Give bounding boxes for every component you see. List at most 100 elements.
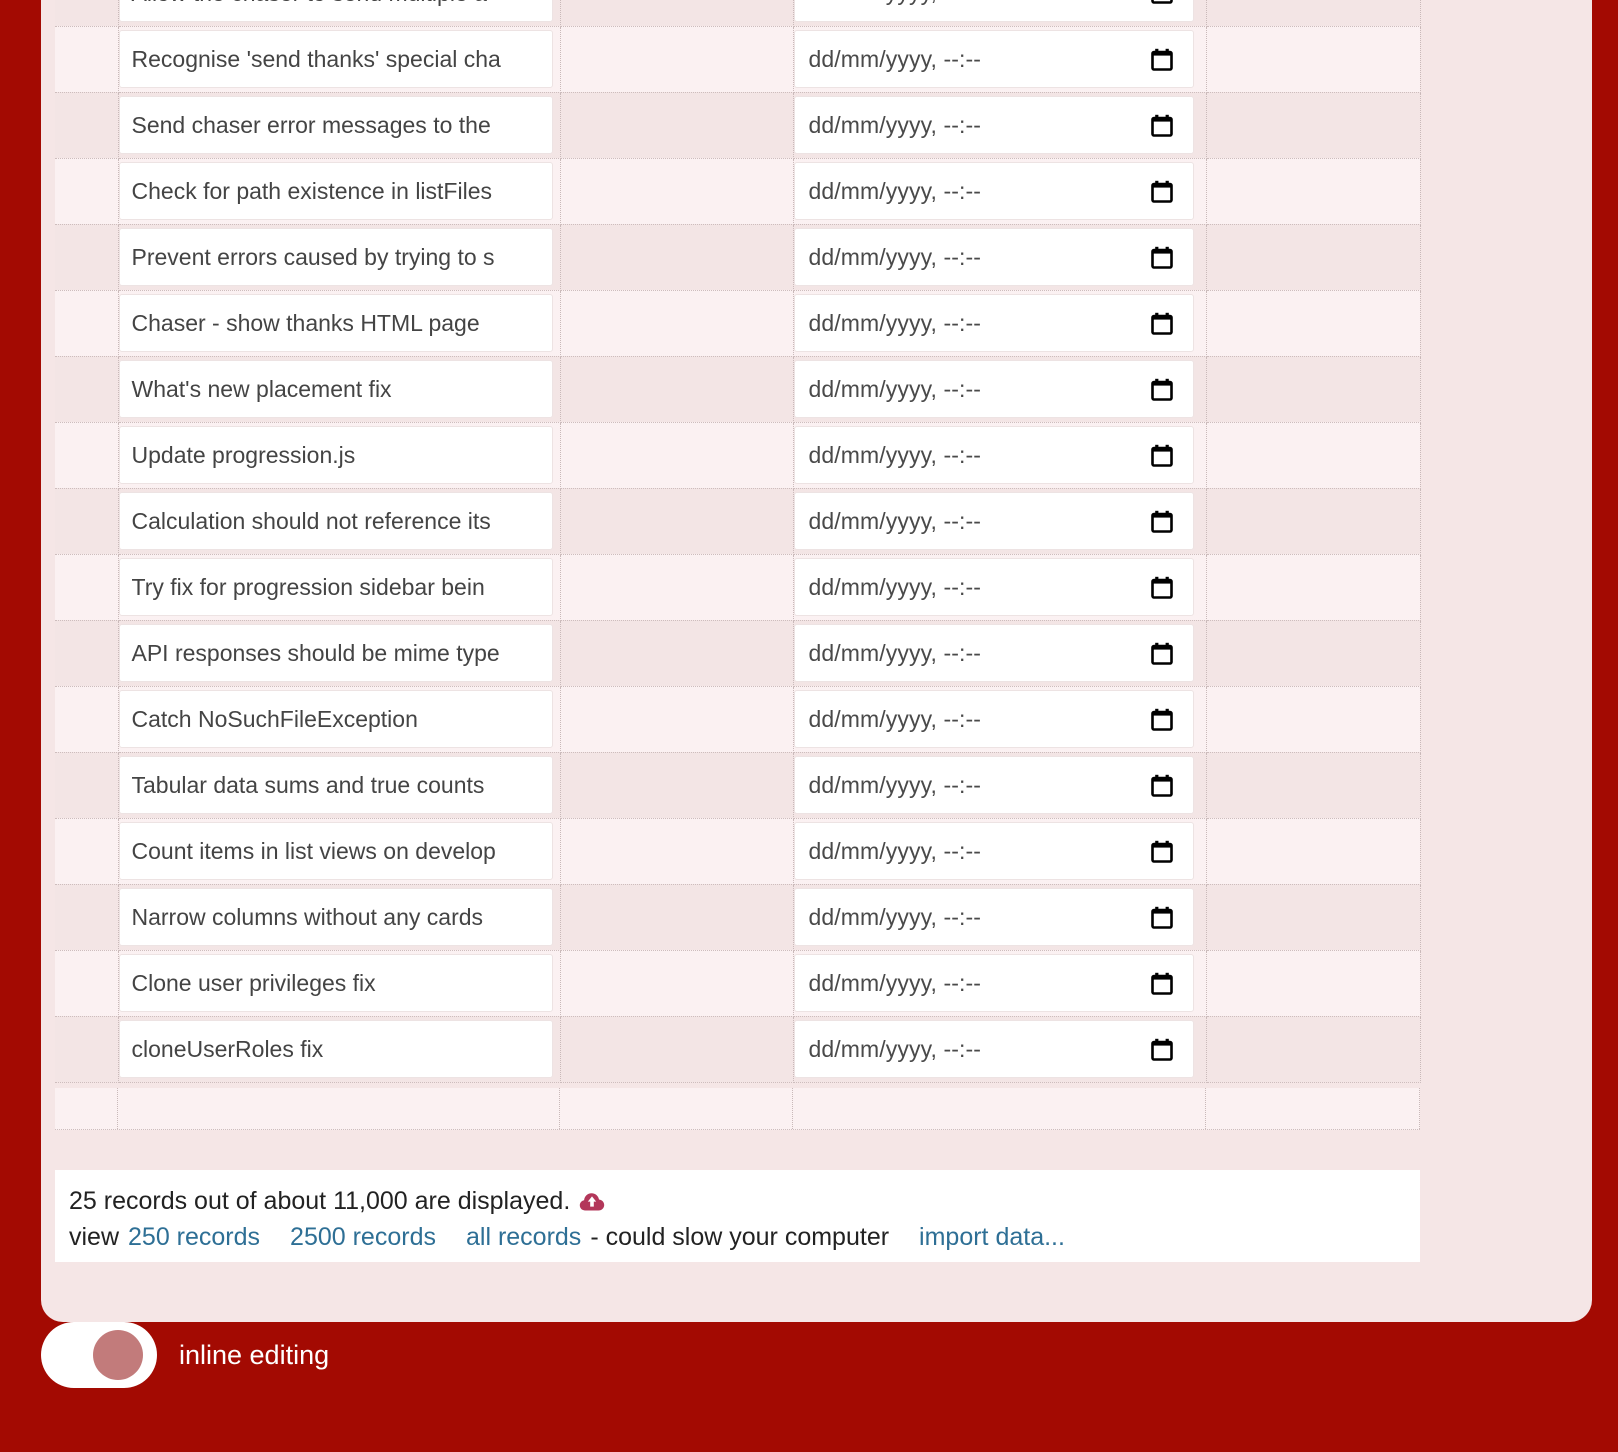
row-handle-cell[interactable] <box>55 686 119 753</box>
spacer-cell <box>560 1016 794 1083</box>
date-input[interactable]: dd/mm/yyyy, --:-- <box>793 558 1194 616</box>
row-handle-cell[interactable] <box>55 818 119 885</box>
title-cell: Allow the chaser to send multiple a <box>118 0 561 27</box>
row-handle-cell[interactable] <box>55 290 119 357</box>
view-250-records-link[interactable]: 250 records <box>128 1218 260 1256</box>
trailing-cell <box>1206 158 1421 225</box>
title-input[interactable]: Narrow columns without any cards <box>118 888 553 946</box>
spacer-cell <box>560 224 794 291</box>
title-cell: Count items in list views on develop <box>118 818 561 885</box>
calendar-icon[interactable] <box>1150 1038 1173 1061</box>
title-input[interactable]: Check for path existence in listFiles <box>118 162 553 220</box>
date-input[interactable]: dd/mm/yyyy, --:-- <box>793 756 1194 814</box>
calendar-icon[interactable] <box>1150 576 1173 599</box>
row-handle-cell[interactable] <box>55 422 119 489</box>
title-input[interactable]: Prevent errors caused by trying to s <box>118 228 553 286</box>
date-input[interactable]: dd/mm/yyyy, --:-- <box>793 954 1194 1012</box>
date-input[interactable]: dd/mm/yyyy, --:-- <box>793 888 1194 946</box>
row-handle-cell[interactable] <box>55 884 119 951</box>
table-row: Narrow columns without any cards dd/mm/yy… <box>55 884 1421 951</box>
date-input[interactable]: dd/mm/yyyy, --:-- <box>793 1020 1194 1078</box>
title-input[interactable]: API responses should be mime type <box>118 624 553 682</box>
spacer-cell <box>560 950 794 1017</box>
title-input[interactable]: Calculation should not reference its <box>118 492 553 550</box>
title-input[interactable]: Allow the chaser to send multiple a <box>118 0 553 22</box>
row-handle-cell[interactable] <box>55 554 119 621</box>
calendar-icon[interactable] <box>1150 972 1173 995</box>
date-input[interactable]: dd/mm/yyyy, --:-- <box>793 492 1194 550</box>
row-handle-cell[interactable] <box>55 26 119 93</box>
view-2500-records-link[interactable]: 2500 records <box>290 1218 436 1256</box>
title-input[interactable]: Update progression.js <box>118 426 553 484</box>
records-table-scroll[interactable]: Allow the chaser to send multiple a dd/mm… <box>55 0 1421 1170</box>
row-handle-cell[interactable] <box>55 1016 119 1083</box>
calendar-icon[interactable] <box>1150 774 1173 797</box>
calendar-icon[interactable] <box>1150 708 1173 731</box>
view-all-records-link[interactable]: all records <box>466 1218 581 1256</box>
row-handle-cell[interactable] <box>55 356 119 423</box>
date-placeholder-text: dd/mm/yyyy, --:-- <box>808 45 981 72</box>
title-input[interactable]: Clone user privileges fix <box>118 954 553 1012</box>
date-input[interactable]: dd/mm/yyyy, --:-- <box>793 822 1194 880</box>
cloud-upload-icon[interactable] <box>579 1190 605 1212</box>
date-placeholder-text: dd/mm/yyyy, --:-- <box>808 639 981 666</box>
calendar-icon[interactable] <box>1150 444 1173 467</box>
row-handle-cell[interactable] <box>55 488 119 555</box>
date-cell: dd/mm/yyyy, --:-- <box>793 158 1207 225</box>
records-table: Allow the chaser to send multiple a dd/mm… <box>55 0 1421 1083</box>
date-input[interactable]: dd/mm/yyyy, --:-- <box>793 624 1194 682</box>
table-row: Tabular data sums and true counts dd/mm/y… <box>55 752 1421 819</box>
title-input[interactable]: Count items in list views on develop <box>118 822 553 880</box>
row-handle-cell[interactable] <box>55 92 119 159</box>
title-input[interactable]: Send chaser error messages to the <box>118 96 553 154</box>
title-cell: Check for path existence in listFiles <box>118 158 561 225</box>
title-input[interactable]: Try fix for progression sidebar bein <box>118 558 553 616</box>
calendar-icon[interactable] <box>1150 114 1173 137</box>
calendar-icon[interactable] <box>1150 510 1173 533</box>
date-input[interactable]: dd/mm/yyyy, --:-- <box>793 360 1194 418</box>
title-input[interactable]: Recognise 'send thanks' special cha <box>118 30 553 88</box>
date-placeholder-text: dd/mm/yyyy, --:-- <box>809 0 981 6</box>
date-input[interactable]: dd/mm/yyyy, --:-- <box>793 690 1194 748</box>
spacer-cell <box>560 818 794 885</box>
inline-editing-toggle[interactable] <box>41 1322 157 1388</box>
calendar-icon[interactable] <box>1150 0 1173 5</box>
title-input[interactable]: cloneUserRoles fix <box>118 1020 553 1078</box>
date-placeholder-text: dd/mm/yyyy, --:-- <box>808 573 981 600</box>
title-input[interactable]: Catch NoSuchFileException <box>118 690 553 748</box>
calendar-icon[interactable] <box>1150 48 1173 71</box>
table-row: Chaser - show thanks HTML page dd/mm/yyyy… <box>55 290 1421 357</box>
table-row: What's new placement fix dd/mm/yyyy, --:-… <box>55 356 1421 423</box>
trailing-cell <box>1206 422 1421 489</box>
title-cell: Try fix for progression sidebar bein <box>118 554 561 621</box>
calendar-icon[interactable] <box>1150 246 1173 269</box>
row-handle-cell[interactable] <box>55 752 119 819</box>
calendar-icon[interactable] <box>1150 642 1173 665</box>
date-input[interactable]: dd/mm/yyyy, --:-- <box>793 96 1194 154</box>
title-input[interactable]: What's new placement fix <box>118 360 553 418</box>
row-handle-cell[interactable] <box>55 224 119 291</box>
date-input[interactable]: dd/mm/yyyy, --:-- <box>793 30 1194 88</box>
title-input[interactable]: Tabular data sums and true counts <box>118 756 553 814</box>
table-row: Check for path existence in listFiles dd/… <box>55 158 1421 225</box>
spacer-cell <box>560 92 794 159</box>
date-input[interactable]: dd/mm/yyyy, --:-- <box>793 0 1194 22</box>
date-input[interactable]: dd/mm/yyyy, --:-- <box>793 294 1194 352</box>
calendar-icon[interactable] <box>1150 180 1173 203</box>
date-input[interactable]: dd/mm/yyyy, --:-- <box>793 162 1194 220</box>
row-handle-cell[interactable] <box>55 620 119 687</box>
date-cell: dd/mm/yyyy, --:-- <box>793 620 1207 687</box>
row-handle-cell[interactable] <box>55 950 119 1017</box>
row-handle-cell[interactable] <box>55 158 119 225</box>
date-input[interactable]: dd/mm/yyyy, --:-- <box>793 426 1194 484</box>
calendar-icon[interactable] <box>1150 312 1173 335</box>
calendar-icon[interactable] <box>1150 840 1173 863</box>
table-row: Clone user privileges fix dd/mm/yyyy, --:… <box>55 950 1421 1017</box>
calendar-icon[interactable] <box>1150 906 1173 929</box>
calendar-icon[interactable] <box>1150 378 1173 401</box>
date-input[interactable]: dd/mm/yyyy, --:-- <box>793 228 1194 286</box>
date-cell: dd/mm/yyyy, --:-- <box>793 290 1207 357</box>
import-data-link[interactable]: import data... <box>919 1218 1065 1256</box>
title-input[interactable]: Chaser - show thanks HTML page <box>118 294 553 352</box>
row-handle-cell[interactable] <box>55 0 119 27</box>
